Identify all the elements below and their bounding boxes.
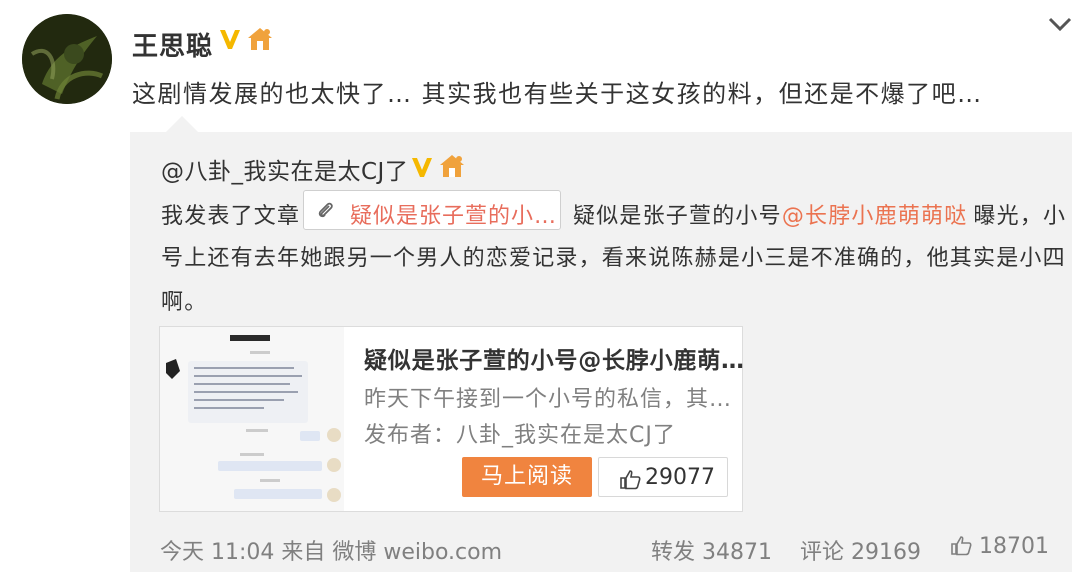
avatar[interactable] [22,14,112,104]
repost-count-button[interactable]: 转发 34871 [651,534,772,566]
repost-line-1-suffix: 曝光，小 [973,204,1067,229]
house-icon [248,28,272,50]
repost-line-3: 啊。 [161,290,208,315]
article-thumbnail [160,327,344,511]
read-now-button[interactable]: 马上阅读 [462,457,592,497]
house-icon [440,155,464,177]
repost-pointer [166,116,198,132]
card-title[interactable]: 疑似是张子萱的小号@长脖小鹿萌… [364,341,745,375]
repost-line-1-prefix: 我发表了文章 [161,204,301,229]
repost-author[interactable]: @八卦_我实在是太CJ了 [161,152,408,186]
card-like-button[interactable]: 29077 [598,457,728,497]
post-text: 这剧情发展的也太快了… 其实我也有些关于这女孩的料，但还是不爆了吧… [132,80,983,108]
article-card[interactable]: 疑似是张子萱的小号@长脖小鹿萌… 昨天下午接到一个小号的私信，其… 发布者：八卦… [159,326,745,512]
article-link[interactable]: 疑似是张子萱的小… [303,190,561,230]
card-description: 昨天下午接到一个小号的私信，其… [364,387,733,412]
repost-line-2: 号上还有去年她跟另一个男人的恋爱记录，看来说陈赫是小三是不准确的，他其实是小四 [161,246,1066,271]
chevron-down-icon[interactable] [1046,14,1074,34]
thumbs-up-icon [620,470,641,490]
paperclip-icon [318,202,333,218]
verified-v-icon [220,30,240,49]
card-like-count: 29077 [645,465,715,490]
footer-like-count: 18701 [979,534,1049,559]
like-count-button[interactable]: 18701 [950,534,1049,559]
thumbs-up-icon [951,536,972,556]
post-meta: 今天 11:04 来自 微博 weibo.com [160,540,503,565]
mention-link[interactable]: @长脖小鹿萌萌哒 [782,204,968,229]
comment-count-button[interactable]: 评论 29169 [800,534,921,566]
username[interactable]: 王思聪 [132,26,213,63]
article-link-text: 疑似是张子萱的小… [350,204,558,229]
verified-v-icon [412,158,432,177]
card-publisher: 发布者：八卦_我实在是太CJ了 [364,423,676,448]
repost-line-1-rest: 疑似是张子萱的小号@长脖小鹿萌萌哒 曝光，小 [573,198,1066,230]
repost-line-1-mid: 疑似是张子萱的小号 [573,204,782,229]
